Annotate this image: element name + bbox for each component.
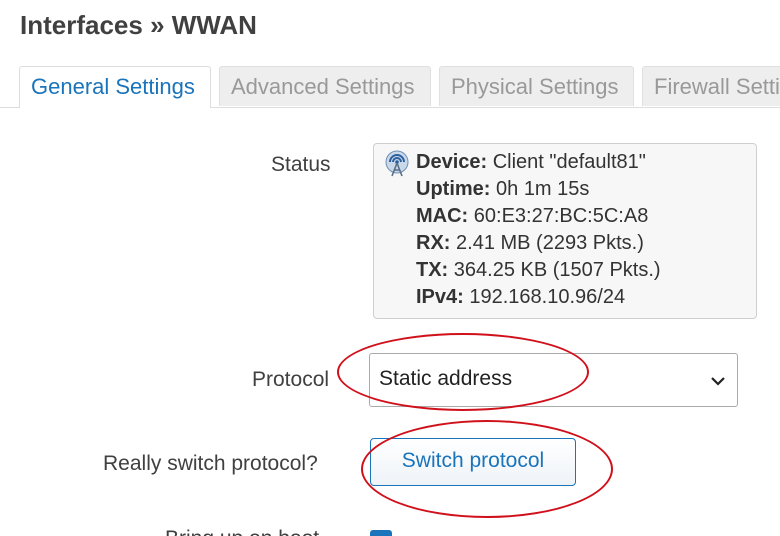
status-value: 2.41 MB (2293 Pkts.): [450, 232, 644, 254]
status-key: MAC:: [416, 205, 469, 227]
interface-edit-page: Interfaces » WWAN General Settings Advan…: [0, 0, 780, 536]
bring-up-on-boot-checkbox[interactable]: [370, 530, 392, 536]
tab-advanced-settings[interactable]: Advanced Settings: [219, 66, 431, 106]
status-value: 0h 1m 15s: [490, 178, 590, 200]
status-value: 192.168.10.96/24: [463, 286, 626, 308]
status-key: IPv4:: [416, 286, 464, 308]
status-details: Device: Client "default81" Uptime: 0h 1m…: [416, 149, 661, 311]
status-value: 60:E3:27:BC:5C:A8: [468, 205, 649, 227]
status-value: 364.25 KB (1507 Pkts.): [448, 259, 661, 281]
status-key: Uptime:: [416, 178, 491, 200]
status-key: Device:: [416, 151, 488, 173]
protocol-label: Protocol: [252, 368, 330, 391]
status-line-ipv4: IPv4: 192.168.10.96/24: [416, 284, 661, 311]
chevron-down-icon: [711, 377, 725, 386]
tab-physical-settings[interactable]: Physical Settings: [439, 66, 634, 106]
switch-protocol-label: Really switch protocol?: [103, 452, 318, 475]
status-panel: Device: Client "default81" Uptime: 0h 1m…: [373, 143, 757, 319]
status-line-rx: RX: 2.41 MB (2293 Pkts.): [416, 230, 661, 257]
annotation-ellipse-switch: [361, 420, 613, 518]
page-title: Interfaces » WWAN: [20, 10, 257, 40]
status-line-device: Device: Client "default81": [416, 149, 661, 176]
status-line-mac: MAC: 60:E3:27:BC:5C:A8: [416, 203, 661, 230]
status-label: Status: [271, 153, 331, 176]
tab-firewall-settings[interactable]: Firewall Setti: [642, 66, 780, 106]
status-key: RX:: [416, 232, 451, 254]
status-key: TX:: [416, 259, 449, 281]
annotation-ellipse-protocol: [337, 333, 589, 411]
status-line-tx: TX: 364.25 KB (1507 Pkts.): [416, 257, 661, 284]
wifi-antenna-icon: [385, 150, 409, 177]
bring-up-on-boot-label: Bring up on boot: [165, 527, 319, 536]
tab-bar: General Settings Advanced Settings Physi…: [0, 66, 780, 108]
status-line-uptime: Uptime: 0h 1m 15s: [416, 176, 661, 203]
status-value: Client "default81": [487, 151, 646, 173]
tab-general-settings[interactable]: General Settings: [19, 66, 211, 108]
